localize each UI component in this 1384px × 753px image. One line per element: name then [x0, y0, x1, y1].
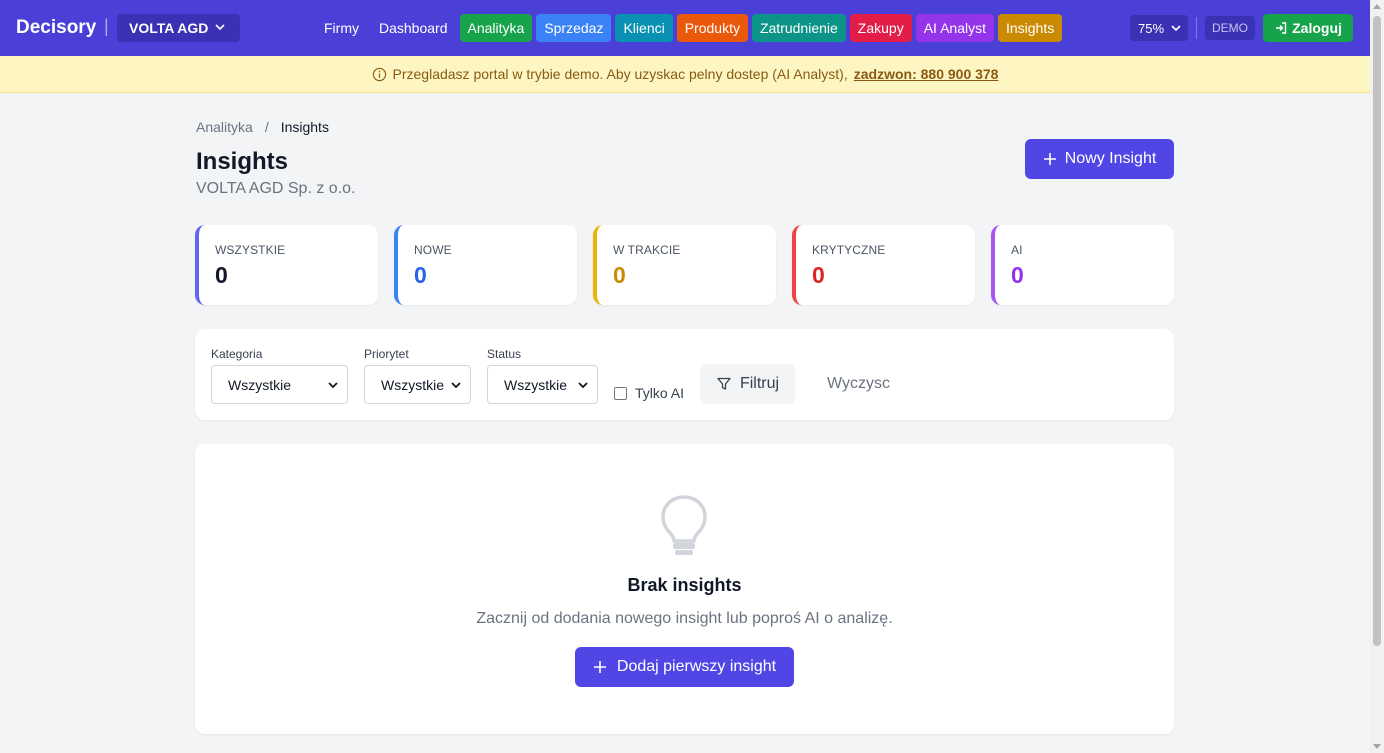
category-label: Kategoria	[211, 347, 263, 361]
main-nav: Firmy Dashboard Analityka Sprzedaz Klien…	[316, 14, 1063, 42]
category-select[interactable]: Wszystkie	[211, 365, 348, 404]
add-first-insight-button[interactable]: Dodaj pierwszy insight	[575, 647, 794, 687]
stat-card-critical: KRYTYCZNE 0	[792, 225, 975, 305]
chevron-down-icon	[451, 382, 461, 389]
brand-logo[interactable]: Decisory	[16, 17, 96, 39]
top-navbar: Decisory | VOLTA AGD Firmy Dashboard Ana…	[0, 0, 1370, 56]
priority-label: Priorytet	[364, 347, 409, 361]
scroll-down-arrow-icon[interactable]	[1373, 744, 1381, 749]
nav-item-insights[interactable]: Insights	[997, 14, 1063, 42]
empty-state-title: Brak insights	[627, 575, 742, 595]
filter-label: Filtruj	[739, 375, 780, 392]
chevron-down-icon	[578, 382, 588, 389]
plus-icon	[593, 661, 606, 673]
stat-card-new: NOWE 0	[394, 225, 577, 305]
filter-button[interactable]: Filtruj	[700, 364, 795, 404]
navbar-divider	[1196, 17, 1197, 39]
page-scrollbar[interactable]	[1370, 0, 1384, 753]
stat-label: NOWE	[414, 243, 452, 257]
demo-badge: DEMO	[1205, 16, 1255, 40]
login-icon	[1276, 22, 1287, 34]
brand-separator: |	[104, 16, 109, 36]
lightbulb-icon	[661, 495, 707, 555]
priority-value: Wszystkie	[381, 376, 444, 393]
banner-phone-link[interactable]: zadzwon: 880 900 378	[854, 66, 999, 82]
status-select[interactable]: Wszystkie	[487, 365, 598, 404]
nav-item-firmy[interactable]: Firmy	[316, 14, 367, 42]
stat-value: 0	[1011, 262, 1024, 288]
status-label: Status	[487, 347, 522, 361]
page-title: Insights	[196, 148, 289, 175]
stat-label: KRYTYCZNE	[812, 243, 886, 257]
chevron-down-icon	[1171, 25, 1181, 32]
nav-item-analityka[interactable]: Analityka	[459, 14, 533, 42]
company-selector[interactable]: VOLTA AGD	[117, 14, 240, 42]
nav-item-produkty[interactable]: Produkty	[676, 14, 748, 42]
stat-card-all: WSZYSTKIE 0	[195, 225, 378, 305]
filter-icon	[717, 377, 731, 390]
stat-label: WSZYSTKIE	[215, 243, 286, 257]
breadcrumb-analityka[interactable]: Analityka	[196, 119, 253, 135]
status-value: Wszystkie	[504, 376, 567, 393]
info-icon	[372, 67, 386, 81]
clear-filters-link[interactable]: Wyczysc	[827, 375, 890, 393]
breadcrumb: Analityka / Insights	[196, 119, 329, 135]
plus-icon	[1043, 153, 1056, 165]
page-subtitle: VOLTA AGD Sp. z o.o.	[196, 180, 356, 197]
zoom-select[interactable]: 75%	[1130, 15, 1188, 41]
demo-banner: Przegladasz portal w trybie demo. Aby uz…	[0, 56, 1370, 93]
nav-item-klienci[interactable]: Klienci	[615, 14, 673, 42]
stat-value: 0	[613, 262, 626, 288]
nav-item-zakupy[interactable]: Zakupy	[849, 14, 912, 42]
nav-item-dashboard[interactable]: Dashboard	[371, 14, 456, 42]
ai-only-label[interactable]: Tylko AI	[635, 385, 684, 401]
nav-item-sprzedaz[interactable]: Sprzedaz	[536, 14, 612, 42]
add-first-insight-label: Dodaj pierwszy insight	[616, 658, 777, 675]
stat-value: 0	[414, 262, 427, 288]
chevron-down-icon	[328, 382, 338, 389]
stat-value: 0	[215, 262, 228, 288]
filter-panel: Kategoria Wszystkie Priorytet Wszystkie …	[195, 329, 1174, 420]
stat-value: 0	[812, 262, 825, 288]
breadcrumb-current: Insights	[280, 119, 329, 135]
chevron-down-icon	[215, 24, 225, 31]
stat-card-in-progress: W TRAKCIE 0	[593, 225, 776, 305]
zoom-value: 75%	[1138, 20, 1165, 36]
stat-card-ai: AI 0	[991, 225, 1174, 305]
empty-state-panel: Brak insights Zacznij od dodania nowego …	[195, 444, 1174, 734]
category-value: Wszystkie	[228, 376, 291, 393]
new-insight-label: Nowy Insight	[1064, 150, 1157, 167]
empty-state-description: Zacznij od dodania nowego insight lub po…	[476, 610, 893, 627]
nav-item-zatrudnienie[interactable]: Zatrudnienie	[751, 14, 846, 42]
login-button[interactable]: Zaloguj	[1263, 14, 1353, 42]
priority-select[interactable]: Wszystkie	[364, 365, 471, 404]
stat-label: W TRAKCIE	[613, 243, 681, 257]
banner-text: Przegladasz portal w trybie demo. Aby uz…	[392, 66, 848, 82]
new-insight-button[interactable]: Nowy Insight	[1025, 139, 1174, 179]
company-name: VOLTA AGD	[129, 20, 209, 36]
breadcrumb-separator: /	[264, 119, 269, 135]
nav-item-ai-analyst[interactable]: AI Analyst	[915, 14, 994, 42]
stat-label: AI	[1011, 243, 1023, 257]
login-label: Zaloguj	[1292, 20, 1342, 36]
scroll-thumb[interactable]	[1373, 16, 1381, 646]
ai-only-checkbox[interactable]	[614, 387, 627, 400]
scroll-up-arrow-icon[interactable]	[1373, 4, 1381, 9]
